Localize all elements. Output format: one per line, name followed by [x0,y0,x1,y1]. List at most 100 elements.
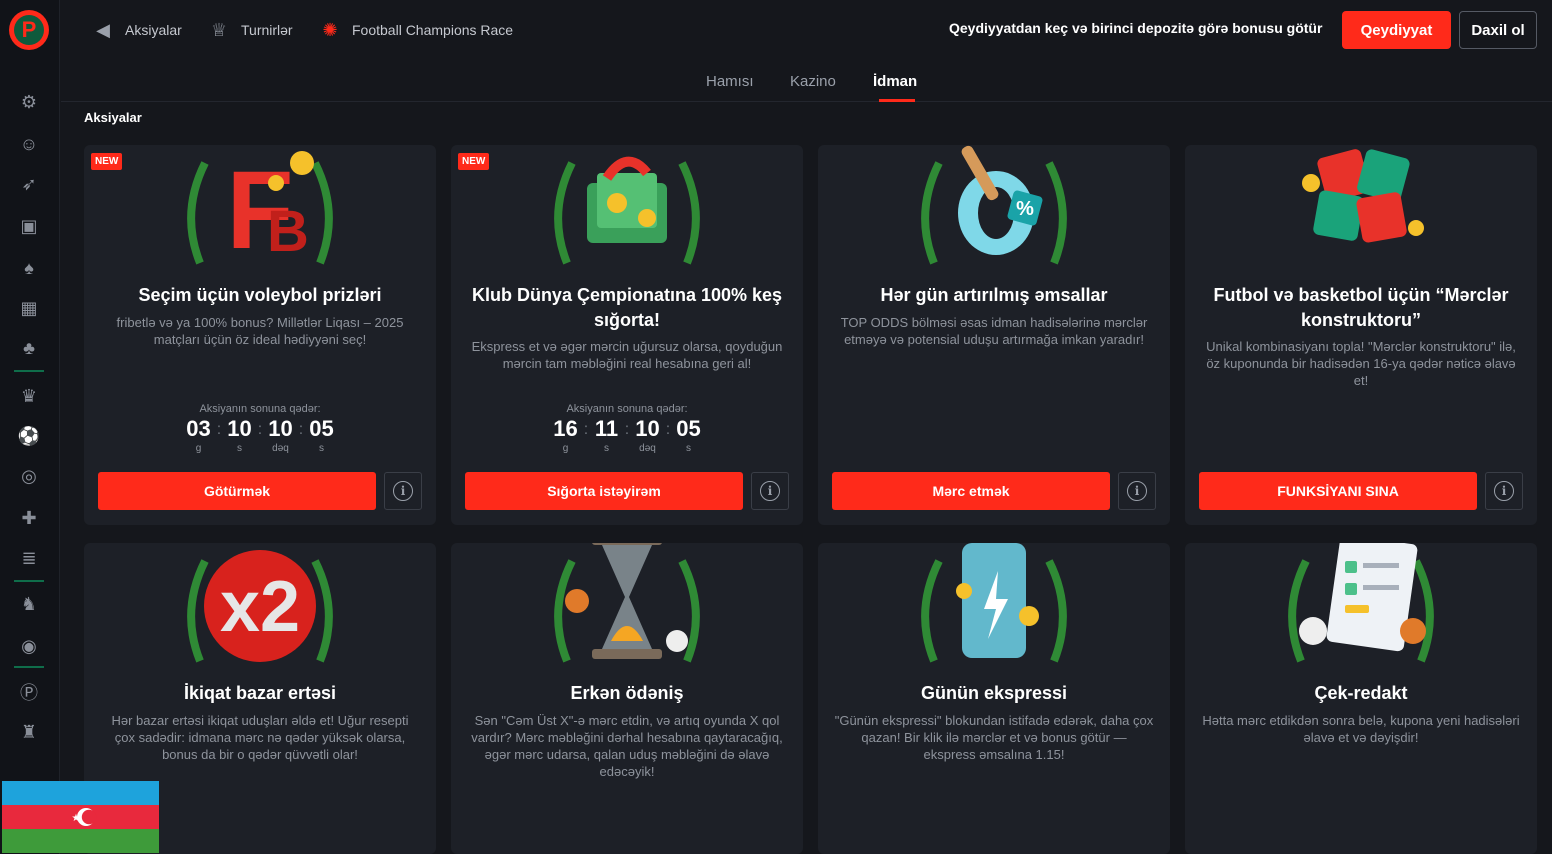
hourglass-illustration [554,543,700,663]
card-title: Erkən ödəniş [570,683,684,703]
rocket-icon[interactable]: ➶ [17,172,41,196]
tab-casino[interactable]: Kazino [790,73,836,90]
active-tab-indicator [879,99,915,102]
promo-card: Günün ekspressi "Günün ekspressi" blokun… [818,543,1170,854]
sidebar-divider [14,370,44,372]
brand-logo[interactable]: P [9,10,49,50]
football-icon[interactable]: ⚽ [17,424,41,448]
register-button[interactable]: Qeydiyyat [1342,11,1451,49]
countdown-hours: 10 [227,416,252,441]
countdown-minutes: 10 [635,416,660,441]
card-description: Hər bazar ertəsi ikiqat uduşları əldə et… [111,713,409,762]
info-button[interactable]: i [384,472,422,510]
card-description: fribetlə və ya 100% bonus? Millətlər Liq… [116,315,404,347]
countdown-seconds: 05 [309,416,334,441]
card-title: Çek-redakt [1314,683,1408,703]
insurance-button[interactable]: Sığorta istəyirəm [465,472,743,510]
countdown-minutes: 10 [268,416,293,441]
pin-up-icon[interactable]: Ⓟ [17,680,41,704]
new-badge: NEW [91,153,123,170]
bingo-icon[interactable]: ▦ [17,296,41,320]
countdown-label: Aksiyanın sonuna qədər: [199,403,321,415]
nav-tournaments[interactable]: ♕ Turnirlər [207,18,293,42]
live-games-icon[interactable]: ◉ [17,634,41,658]
target-icon[interactable]: ◎ [17,464,41,488]
login-button[interactable]: Daxil ol [1459,11,1537,49]
card-title: İkiqat bazar ertəsi [183,683,337,703]
info-icon: i [1494,481,1514,501]
card-description: Unikal kombinasiyanı topla! "Mərclər kon… [1206,339,1516,388]
svg-text:B: B [267,199,309,264]
cash-insurance-illustration [554,156,700,265]
gift-icon[interactable]: ♜ [17,720,41,744]
news-icon[interactable]: ≣ [17,546,41,570]
trophy-icon[interactable]: ♛ [17,384,41,408]
double-monday-illustration: x2 [187,550,333,663]
megaphone-icon: ◀ [96,19,110,40]
countdown-unit: s [604,443,609,454]
tab-sport[interactable]: İdman [873,73,917,90]
edit-bet-illustration [1288,543,1434,663]
countdown-days: 03 [186,416,211,441]
promo-card: Futbol və basketbol üçün “Mərclər konstr… [1185,145,1537,525]
sidebar: P ⚙ ☺ ➶ ▣ ♠ ▦ ♣ ♛ ⚽ ◎ ✚ ≣ ♞ ◉ Ⓟ ♜ [0,0,60,854]
promo-card: % Hər gün artırılmış əmsallar TOP ODDS b… [818,145,1170,525]
promo-card: Çek-redakt Hətta mərc etdikdən sonra bel… [1185,543,1537,854]
nav-race-label: Football Champions Race [352,22,514,38]
bet-button[interactable]: Mərc etmək [832,472,1110,510]
countdown-unit: s [319,443,324,454]
top-odds-illustration: % [921,145,1067,265]
countdown-days: 16 [553,416,578,441]
page-title: Aksiyalar [84,110,142,125]
nav-promotions-label: Aksiyalar [125,22,182,38]
new-badge: NEW [458,153,490,170]
language-flag[interactable]: ★ [2,781,159,853]
claim-button[interactable]: Götürmək [98,472,376,510]
casino-icon[interactable]: ♠ [17,256,41,280]
card-title: Futbol və basketbol üçün “Mərclər konstr… [1213,285,1509,330]
countdown-unit: dəq [639,443,656,454]
card-title: Seçim üçün voleybol prizləri [138,285,382,305]
countdown-unit: g [562,443,569,454]
countdown-timer: Aksiyanın sonuna qədər: 03 g : 10 s : 10 də… [84,403,436,454]
countdown-unit: s [237,443,242,454]
svg-text:%: % [1016,198,1034,220]
card-title: Klub Dünya Çempionatına 100% keş sığorta… [471,285,783,330]
countdown-label: Aksiyanın sonuna qədər: [566,403,688,415]
countdown-unit: g [195,443,202,454]
promo-card: NEW Klub Dünya Çempionatına 100% keş sığ… [451,145,803,525]
card-description: Hətta mərc etdikdən sonra belə, kupona y… [1202,713,1520,745]
info-button[interactable]: i [1485,472,1523,510]
card-description: "Günün ekspressi" blokundan istifadə edə… [834,713,1154,762]
try-feature-button[interactable]: FUNKSİYANI SINA [1199,472,1477,510]
info-button[interactable]: i [751,472,789,510]
nav-tournaments-label: Turnirlər [241,22,293,38]
card-description: Sən "Cəm Üst X"-ə mərc etdin, və artıq o… [471,713,783,779]
countdown-seconds: 05 [676,416,701,441]
settings-icon[interactable]: ⚙ [17,90,41,114]
tv-icon[interactable]: ▣ [17,214,41,238]
countdown-timer: Aksiyanın sonuna qədər: 16 g : 11 s : 10 də… [451,403,803,454]
info-icon: i [393,481,413,501]
countdown-unit: dəq [272,443,289,454]
sidebar-divider [14,580,44,582]
horse-racing-icon[interactable]: ♞ [17,592,41,616]
gamepad-icon[interactable]: ✚ [17,506,41,530]
bet-builder-illustration [1302,149,1424,243]
trophy-icon: ♕ [210,19,228,40]
countdown-unit: s [686,443,691,454]
promo-card: NEW F B Seçim üçün voleybol prizləri fri… [84,145,436,525]
info-icon: i [1127,481,1147,501]
user-icon[interactable]: ☺ [17,132,41,156]
tab-all[interactable]: Hamısı [706,73,754,90]
countdown-hours: 11 [594,416,619,441]
sidebar-divider [14,666,44,668]
header-promo-text: Qeydiyyatdan keç və birinci depozitə gör… [949,20,1323,36]
cards-icon[interactable]: ♣ [17,336,41,360]
crescent-star-icon: ★ [72,808,97,826]
info-button[interactable]: i [1118,472,1156,510]
nav-promotions[interactable]: ◀ Aksiyalar [91,18,182,42]
nav-race[interactable]: ✺ Football Champions Race [318,18,513,42]
race-icon: ✺ [322,19,338,40]
card-title: Hər gün artırılmış əmsallar [880,285,1108,305]
